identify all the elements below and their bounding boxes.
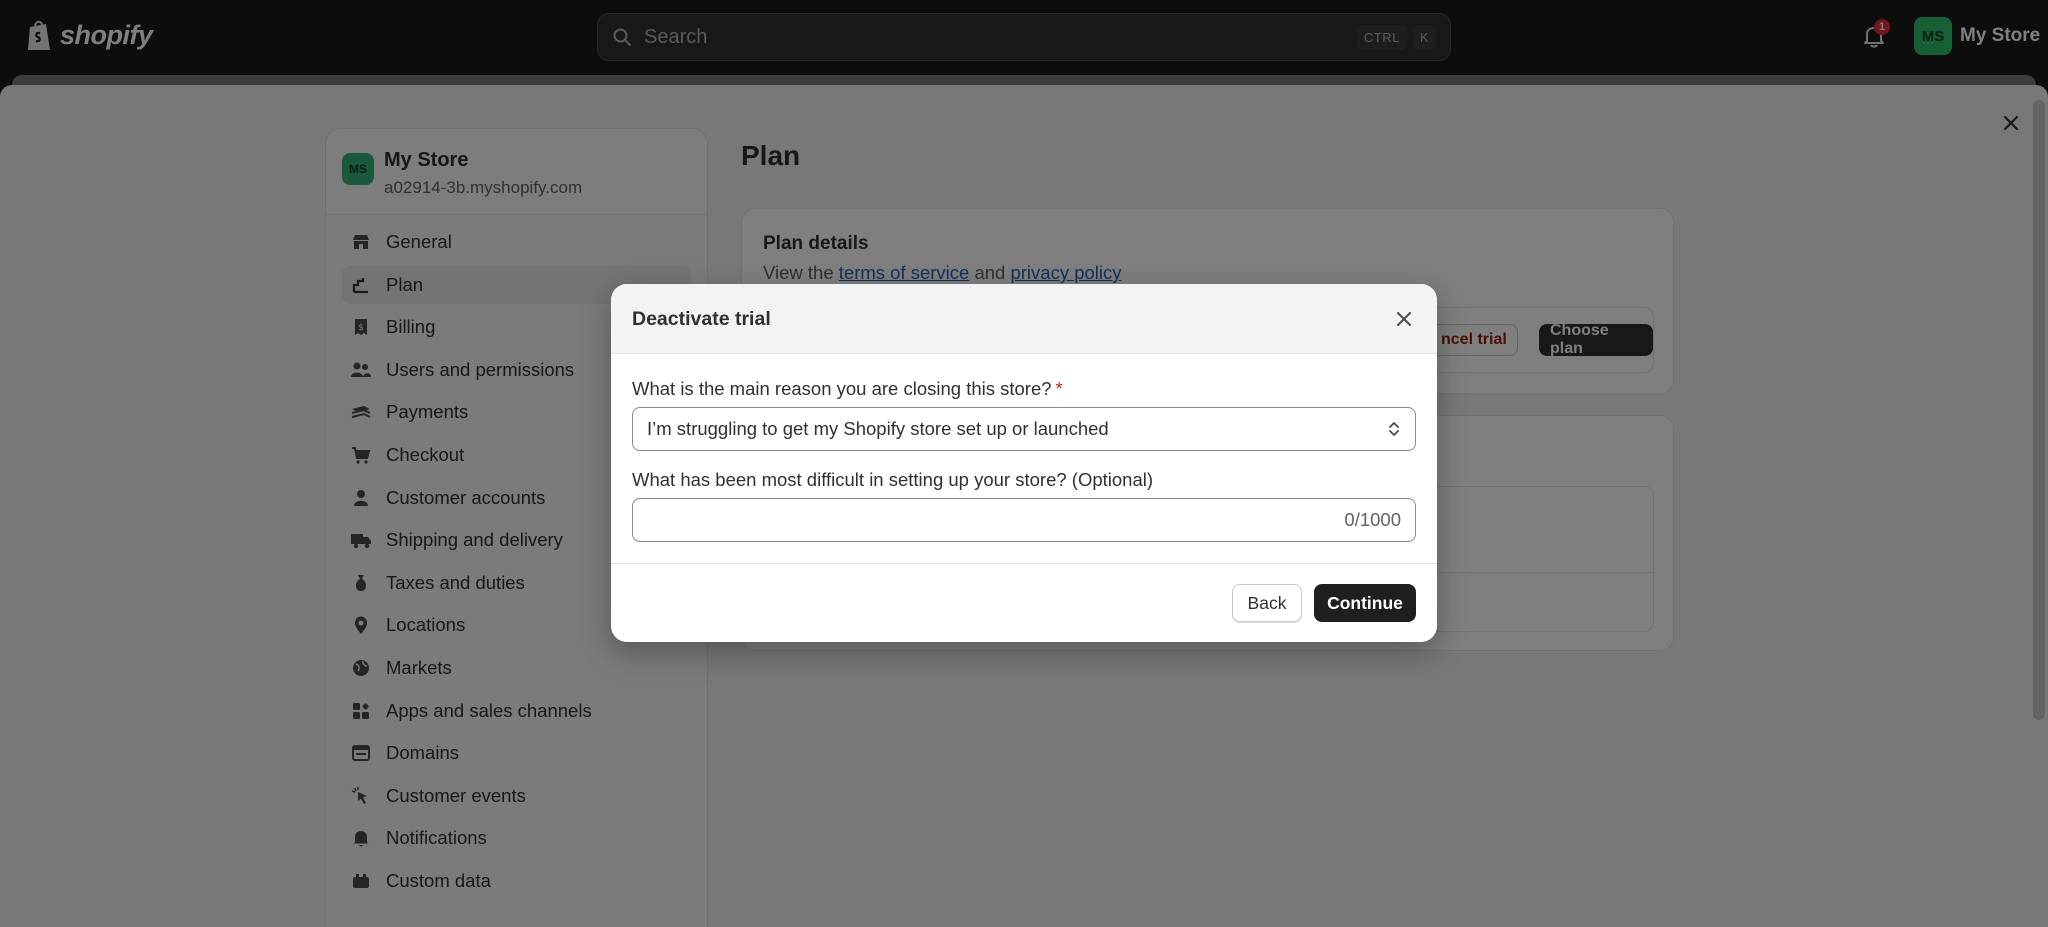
reason-selected-value: I’m struggling to get my Shopify store s… — [647, 418, 1109, 439]
difficulty-text-input[interactable]: 0/1000 — [632, 498, 1416, 542]
modal-footer-divider — [611, 563, 1437, 564]
required-mark: * — [1055, 378, 1063, 399]
reason-question-label: What is the main reason you are closing … — [632, 378, 1063, 400]
modal-header: Deactivate trial — [611, 284, 1437, 354]
reason-select[interactable]: I’m struggling to get my Shopify store s… — [632, 407, 1416, 451]
modal-close-button[interactable] — [1391, 306, 1417, 332]
difficulty-question-label: What has been most difficult in setting … — [632, 469, 1154, 490]
close-icon — [1397, 312, 1411, 326]
back-button[interactable]: Back — [1232, 584, 1302, 622]
select-chevron-icon — [1389, 422, 1399, 436]
reason-question-text: What is the main reason you are closing … — [632, 378, 1052, 399]
character-counter: 0/1000 — [1344, 509, 1401, 530]
continue-button[interactable]: Continue — [1314, 584, 1416, 622]
deactivate-trial-modal: Deactivate trial What is the main reason… — [611, 284, 1437, 642]
modal-title: Deactivate trial — [632, 308, 771, 330]
